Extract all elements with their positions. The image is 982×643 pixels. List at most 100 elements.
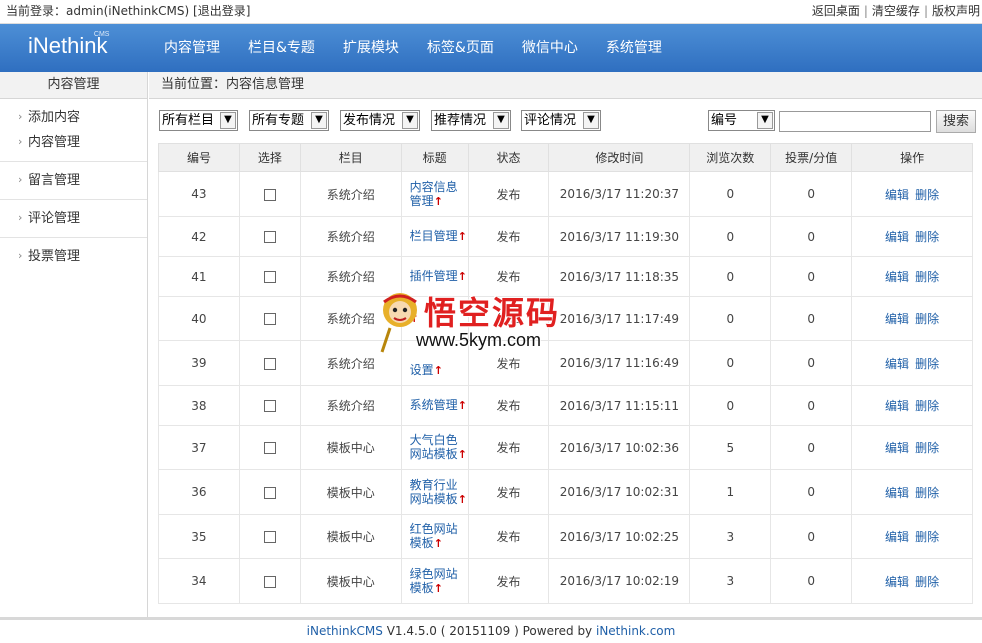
clear-cache-link[interactable]: 清空缓存 <box>872 4 920 18</box>
row-checkbox[interactable] <box>263 357 276 370</box>
recommend-select[interactable]: 推荐情况 ▼ <box>431 110 511 131</box>
cell-title[interactable]: 系统管理↑ <box>400 385 469 426</box>
delete-link[interactable]: 删除 <box>915 270 939 284</box>
delete-link[interactable]: 删除 <box>915 441 939 455</box>
header-views: 浏览次数 <box>689 143 772 172</box>
copyright-link[interactable]: 版权声明 <box>932 4 980 18</box>
edit-link[interactable]: 编辑 <box>885 188 909 202</box>
search-field-select[interactable]: 编号 ▼ <box>708 110 775 131</box>
footer-product-link[interactable]: iNethinkCMS <box>307 624 383 638</box>
title-line[interactable]: 模板 <box>410 536 434 550</box>
delete-link[interactable]: 删除 <box>915 486 939 500</box>
cell-title[interactable]: 教育行业 网站模板↑ <box>400 469 469 515</box>
row-checkbox[interactable] <box>263 271 276 283</box>
cell-title[interactable]: 栏目管理↑ <box>400 216 469 257</box>
title-line[interactable]: 栏目管理 <box>410 229 458 243</box>
watermark: 悟空源码 www.5kym.com <box>380 288 610 358</box>
row-checkbox[interactable] <box>263 486 276 499</box>
arrow-up-icon: ↑ <box>457 399 467 412</box>
cell-status: 发布 <box>467 558 550 604</box>
nav-system[interactable]: 系统管理 <box>592 24 676 72</box>
row-checkbox[interactable] <box>263 531 276 543</box>
title-line[interactable]: 大气白色 <box>410 433 458 447</box>
delete-link[interactable]: 删除 <box>915 357 939 371</box>
title-line[interactable]: 红色网站 <box>410 522 458 536</box>
arrow-up-icon: ↑ <box>433 537 443 550</box>
search-input[interactable] <box>779 111 931 132</box>
back-to-desktop-link[interactable]: 返回桌面 <box>812 4 860 18</box>
search-button[interactable]: 搜索 <box>936 110 976 133</box>
cell-id: 37 <box>158 425 240 470</box>
title-line[interactable]: 网站模板 <box>410 447 458 461</box>
title-line[interactable]: 网站模板 <box>410 492 458 506</box>
cell-column: 系统介绍 <box>299 171 402 217</box>
row-checkbox[interactable] <box>263 313 276 325</box>
cell-views: 0 <box>689 216 772 257</box>
edit-link[interactable]: 编辑 <box>885 486 909 500</box>
title-line[interactable]: 内容信息 <box>410 180 458 194</box>
title-line[interactable]: 设置 <box>410 363 434 377</box>
edit-link[interactable]: 编辑 <box>885 575 909 589</box>
sidebar-item-messages[interactable]: 留言管理 <box>0 167 147 193</box>
nav-wechat[interactable]: 微信中心 <box>508 24 592 72</box>
delete-link[interactable]: 删除 <box>915 530 939 544</box>
cell-views: 5 <box>689 425 772 470</box>
edit-link[interactable]: 编辑 <box>885 530 909 544</box>
edit-link[interactable]: 编辑 <box>885 230 909 244</box>
watermark-brand: 悟空源码 <box>424 294 561 332</box>
title-line[interactable]: 插件管理 <box>410 269 458 283</box>
cell-actions: 编辑 删除 <box>851 171 973 217</box>
cell-actions: 编辑 删除 <box>851 425 973 470</box>
edit-link[interactable]: 编辑 <box>885 441 909 455</box>
delete-link[interactable]: 删除 <box>915 230 939 244</box>
sidebar-item-content-manage[interactable]: 内容管理 <box>0 129 147 155</box>
title-line[interactable]: 管理 <box>410 194 434 208</box>
cell-select <box>238 171 301 217</box>
header-id[interactable]: 编号 <box>158 143 240 172</box>
cell-votes: 0 <box>770 514 853 559</box>
delete-link[interactable]: 删除 <box>915 188 939 202</box>
cell-title[interactable]: 红色网站 模板↑ <box>400 514 469 559</box>
publish-select[interactable]: 发布情况 ▼ <box>340 110 420 131</box>
cell-title[interactable]: 绿色网站 模板↑ <box>400 558 469 604</box>
cell-views: 0 <box>689 296 772 341</box>
title-line[interactable]: 模板 <box>410 581 434 595</box>
row-checkbox[interactable] <box>263 442 276 454</box>
nav-content[interactable]: 内容管理 <box>150 24 234 72</box>
table-row: 37 模板中心 大气白色 网站模板↑ 发布 2016/3/17 10:02:36 5 0 编辑删… <box>158 425 973 470</box>
comment-select[interactable]: 评论情况 ▼ <box>521 110 601 131</box>
title-line[interactable]: 教育行业 <box>410 478 458 492</box>
nav-extensions[interactable]: 扩展模块 <box>329 24 413 72</box>
chevron-down-icon: ▼ <box>757 112 773 129</box>
cell-title[interactable]: 大气白色 网站模板↑ <box>400 425 469 470</box>
delete-link[interactable]: 删除 <box>915 399 939 413</box>
title-line[interactable]: 绿色网站 <box>410 567 458 581</box>
chevron-down-icon: ▼ <box>311 112 327 129</box>
footer-powered-link[interactable]: iNethink.com <box>596 624 675 638</box>
delete-link[interactable]: 删除 <box>915 575 939 589</box>
sidebar-item-comments[interactable]: 评论管理 <box>0 205 147 231</box>
edit-link[interactable]: 编辑 <box>885 312 909 326</box>
table-header-row: 编号 选择 栏目 标题 状态 修改时间 浏览次数 投票/分值 操作 <box>158 143 973 172</box>
row-checkbox[interactable] <box>263 188 276 201</box>
cell-title[interactable]: 内容信息 管理↑ <box>400 171 469 217</box>
row-checkbox[interactable] <box>263 575 276 588</box>
edit-link[interactable]: 编辑 <box>885 357 909 371</box>
nav-tags[interactable]: 标签&页面 <box>413 24 508 72</box>
cell-votes: 0 <box>770 425 853 470</box>
cell-actions: 编辑 删除 <box>851 216 973 257</box>
login-status[interactable]: 当前登录：admin(iNethinkCMS) [退出登录] <box>6 0 250 22</box>
chevron-down-icon: ▼ <box>402 112 418 129</box>
cell-column: 模板中心 <box>299 469 402 515</box>
title-line[interactable]: 系统管理 <box>410 398 458 412</box>
edit-link[interactable]: 编辑 <box>885 399 909 413</box>
sidebar-item-votes[interactable]: 投票管理 <box>0 243 147 269</box>
edit-link[interactable]: 编辑 <box>885 270 909 284</box>
delete-link[interactable]: 删除 <box>915 312 939 326</box>
sidebar-item-add-content[interactable]: 添加内容 <box>0 104 147 130</box>
topic-select[interactable]: 所有专题 ▼ <box>249 110 329 131</box>
row-checkbox[interactable] <box>263 231 276 243</box>
column-select[interactable]: 所有栏目 ▼ <box>159 110 238 131</box>
nav-columns[interactable]: 栏目&专题 <box>234 24 329 72</box>
row-checkbox[interactable] <box>263 400 276 412</box>
